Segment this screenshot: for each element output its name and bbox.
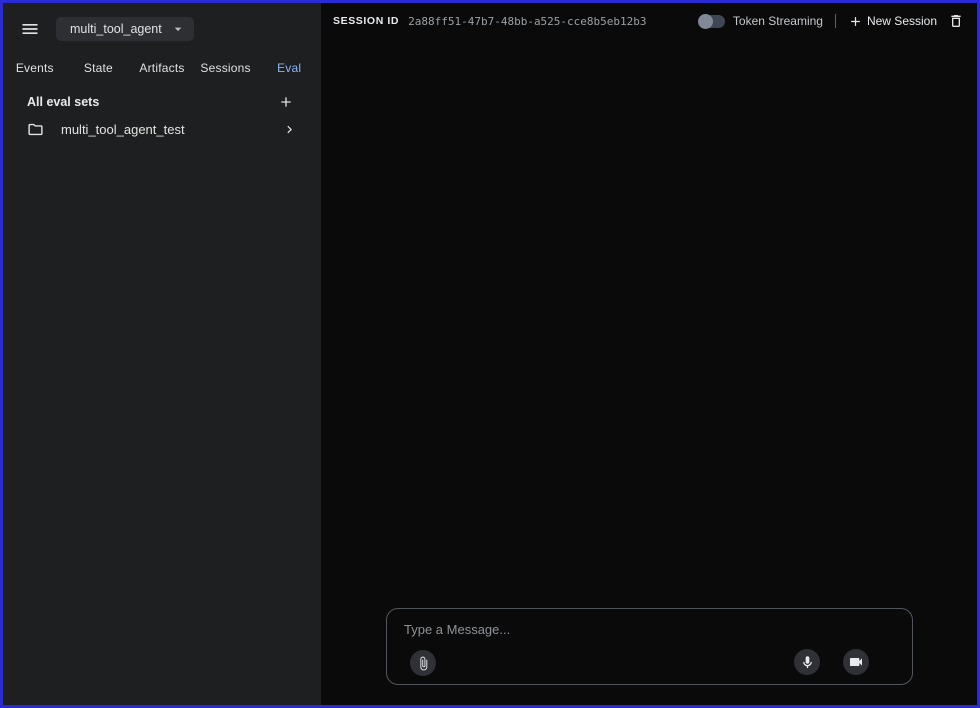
session-id-label: SESSION ID	[333, 15, 400, 27]
plus-icon	[281, 97, 291, 107]
eval-sets-header: All eval sets	[3, 91, 321, 113]
trash-icon	[951, 15, 961, 27]
tab-eval[interactable]: Eval	[257, 55, 321, 81]
session-id-value: 2a88ff51-47b7-48bb-a525-cce8b5eb12b3	[408, 14, 647, 28]
agent-select[interactable]: multi_tool_agent	[56, 17, 194, 41]
header-divider	[834, 14, 836, 28]
toggle-knob	[697, 13, 713, 29]
microphone-icon	[802, 655, 812, 668]
message-input[interactable]	[404, 622, 784, 637]
plus-icon	[851, 16, 860, 26]
video-camera-icon	[850, 658, 862, 666]
chevron-down-icon	[174, 27, 182, 31]
sidebar-header: multi_tool_agent	[3, 3, 321, 55]
paperclip-icon	[419, 656, 427, 670]
microphone-button[interactable]	[794, 649, 820, 675]
header-actions: Token Streaming New Session	[697, 10, 967, 32]
session-bar: SESSION ID 2a88ff51-47b7-48bb-a525-cce8b…	[321, 3, 977, 39]
eval-sets-title: All eval sets	[27, 95, 100, 109]
tab-artifacts[interactable]: Artifacts	[130, 55, 194, 81]
camera-button[interactable]	[843, 649, 869, 675]
eval-set-name: multi_tool_agent_test	[61, 121, 185, 137]
chevron-right-icon	[282, 122, 297, 137]
new-session-button[interactable]: New Session	[848, 14, 937, 29]
token-streaming-label: Token Streaming	[732, 14, 823, 28]
new-session-label: New Session	[866, 14, 937, 28]
chat-area: SESSION ID 2a88ff51-47b7-48bb-a525-cce8b…	[321, 3, 977, 705]
agent-select-value: multi_tool_agent	[70, 22, 162, 36]
tab-sessions[interactable]: Sessions	[194, 55, 258, 81]
adk-web-app: multi_tool_agent Events State Artifacts …	[0, 0, 980, 708]
sidebar: multi_tool_agent Events State Artifacts …	[3, 3, 321, 705]
tab-events[interactable]: Events	[3, 55, 67, 81]
add-eval-set-button[interactable]	[275, 91, 297, 113]
token-streaming-toggle[interactable]	[697, 13, 725, 29]
menu-button[interactable]	[17, 16, 43, 42]
eval-set-item[interactable]: multi_tool_agent_test	[3, 115, 321, 143]
hamburger-icon	[22, 24, 38, 34]
attach-file-button[interactable]	[410, 650, 436, 676]
delete-session-button[interactable]	[945, 10, 967, 32]
message-input-container	[386, 608, 913, 685]
sidebar-tabs: Events State Artifacts Sessions Eval	[3, 55, 321, 81]
session-info: SESSION ID 2a88ff51-47b7-48bb-a525-cce8b…	[333, 15, 647, 28]
folder-icon	[27, 121, 44, 138]
tab-state[interactable]: State	[67, 55, 131, 81]
